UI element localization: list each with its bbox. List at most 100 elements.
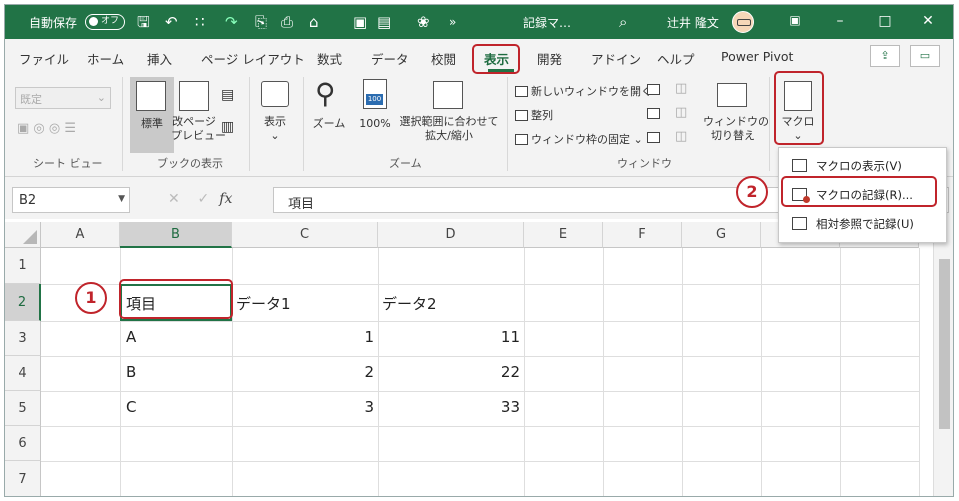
column-header-d[interactable]: D: [378, 222, 524, 248]
tab-help[interactable]: ヘルプ: [657, 49, 695, 68]
column-header-e[interactable]: E: [524, 222, 603, 248]
row-header-3[interactable]: 3: [5, 321, 41, 356]
tab-developer[interactable]: 開発: [537, 49, 562, 68]
column-header-a[interactable]: A: [41, 222, 120, 248]
search-icon[interactable]: ⌕: [619, 13, 627, 31]
share-icon[interactable]: ⇪: [870, 45, 900, 67]
zoom-selection-label-1[interactable]: 選択範囲に合わせて: [397, 115, 501, 129]
tab-home[interactable]: ホーム: [87, 49, 124, 68]
show-dropdown-icon[interactable]: ⌄: [257, 129, 293, 143]
tab-power-pivot[interactable]: Power Pivot: [721, 49, 793, 64]
camera-icon[interactable]: ▣: [353, 13, 367, 31]
switch-windows-label-2[interactable]: 切り替え: [703, 129, 763, 143]
zoom-icon[interactable]: ⚲: [315, 77, 336, 110]
redo-icon[interactable]: ↷: [225, 13, 238, 31]
menu-item-relative-reference[interactable]: 相対参照で記録(U): [784, 211, 942, 237]
highlight-record-macro: [781, 176, 937, 207]
show-label[interactable]: 表示: [257, 115, 293, 129]
custom-views-icon[interactable]: ▥: [221, 119, 234, 135]
minimize-icon[interactable]: –: [830, 13, 850, 29]
formula-buttons: ✕ ✓ fx: [168, 191, 232, 207]
cell-c3[interactable]: 1: [236, 328, 374, 346]
tab-formulas[interactable]: 数式: [317, 49, 342, 68]
cell-c4[interactable]: 2: [236, 363, 374, 381]
view-side-by-side-icon[interactable]: ◫: [675, 81, 687, 96]
zoom-100-label[interactable]: 100%: [355, 117, 395, 131]
row-header-5[interactable]: 5: [5, 391, 41, 426]
split-icon[interactable]: [647, 83, 663, 96]
cell-c5[interactable]: 3: [236, 398, 374, 416]
reset-position-icon[interactable]: ◫: [675, 129, 687, 144]
borders-icon[interactable]: ∷: [195, 13, 205, 31]
page-layout-icon[interactable]: ▤: [221, 87, 234, 103]
new-window-button[interactable]: 新しいウィンドウを開く: [515, 83, 652, 99]
ribbon-display-icon[interactable]: ▣: [785, 13, 805, 27]
switch-windows-icon[interactable]: [717, 83, 747, 107]
more-commands-icon[interactable]: »: [449, 13, 456, 31]
cell-b3[interactable]: A: [126, 328, 136, 346]
undo-icon[interactable]: ↶: [165, 13, 178, 31]
row-header-6[interactable]: 6: [5, 426, 41, 461]
cell-d3[interactable]: 11: [382, 328, 520, 346]
tab-insert[interactable]: 挿入: [147, 49, 172, 68]
insert-function-icon[interactable]: fx: [219, 191, 232, 207]
cancel-icon[interactable]: ✕: [168, 191, 180, 207]
zoom-100-icon[interactable]: 100: [363, 79, 387, 109]
sync-scroll-icon[interactable]: ◫: [675, 105, 687, 120]
unhide-icon[interactable]: [647, 131, 663, 144]
hide-icon[interactable]: [647, 107, 663, 120]
tab-page-layout[interactable]: ページ レイアウト: [201, 49, 305, 68]
close-icon[interactable]: ✕: [918, 13, 938, 29]
palette-icon[interactable]: ❀: [417, 13, 430, 31]
file-icon[interactable]: ⎘: [255, 13, 267, 31]
zoom-selection-label-2[interactable]: 拡大/縮小: [397, 129, 501, 143]
switch-windows-label-1[interactable]: ウィンドウの: [703, 115, 769, 129]
select-all-corner[interactable]: [5, 222, 41, 248]
freeze-panes-button[interactable]: ウィンドウ枠の固定 ⌄: [515, 131, 643, 147]
sheet-view-options-icon[interactable]: ▣ ◎ ◎ ☰: [17, 121, 76, 136]
print-icon[interactable]: ⎙: [281, 13, 293, 31]
page-break-label-2: プレビュー: [171, 129, 226, 142]
comments-icon[interactable]: ▭: [910, 45, 940, 67]
page-break-preview-icon[interactable]: [179, 81, 209, 111]
show-icon[interactable]: [261, 81, 289, 107]
row-header-7[interactable]: 7: [5, 461, 41, 496]
column-header-b[interactable]: B: [120, 222, 232, 248]
arrange-button[interactable]: 整列: [515, 107, 553, 123]
worksheet-grid[interactable]: A B C D E F G 1 2 3 4 5 6 7 項目 データ1 データ2…: [5, 219, 953, 496]
cell-b4[interactable]: B: [126, 363, 136, 381]
step-1-badge: 1: [75, 282, 107, 314]
tab-data[interactable]: データ: [371, 49, 409, 68]
name-box[interactable]: B2 ▼: [12, 187, 130, 213]
tab-addins[interactable]: アドイン: [591, 49, 641, 68]
cell-b5[interactable]: C: [126, 398, 136, 416]
maximize-icon[interactable]: □: [875, 13, 895, 29]
name-box-dropdown-icon[interactable]: ▼: [118, 194, 125, 204]
row-header-4[interactable]: 4: [5, 356, 41, 391]
cell-c2[interactable]: データ1: [236, 293, 291, 314]
gridline: [761, 248, 762, 496]
tab-review[interactable]: 校閲: [431, 49, 456, 68]
user-avatar[interactable]: [732, 11, 754, 33]
column-header-g[interactable]: G: [682, 222, 761, 248]
scrollbar-thumb[interactable]: [939, 259, 950, 429]
zoom-to-selection-icon[interactable]: [433, 81, 463, 109]
save-icon[interactable]: 🖫: [137, 13, 150, 31]
row-header-2[interactable]: 2: [5, 284, 41, 321]
autosave-toggle[interactable]: オフ: [85, 14, 125, 30]
sheet-view-dropdown[interactable]: 既定 ⌄: [15, 87, 111, 109]
row-header-1[interactable]: 1: [5, 248, 41, 284]
cell-d4[interactable]: 22: [382, 363, 520, 381]
vertical-scrollbar[interactable]: [933, 219, 953, 496]
autosave-state: オフ: [101, 16, 120, 26]
cell-d5[interactable]: 33: [382, 398, 520, 416]
zoom-page-icon[interactable]: ▤: [377, 13, 391, 31]
zoom-label[interactable]: ズーム: [309, 117, 349, 131]
column-header-f[interactable]: F: [603, 222, 682, 248]
cell-d2[interactable]: データ2: [382, 293, 437, 314]
tab-file[interactable]: ファイル: [19, 49, 69, 68]
column-header-c[interactable]: C: [232, 222, 378, 248]
book-view-group-label: ブックの表示: [157, 157, 223, 170]
format-painter-icon[interactable]: ⌂: [309, 13, 319, 31]
enter-icon[interactable]: ✓: [198, 191, 210, 207]
